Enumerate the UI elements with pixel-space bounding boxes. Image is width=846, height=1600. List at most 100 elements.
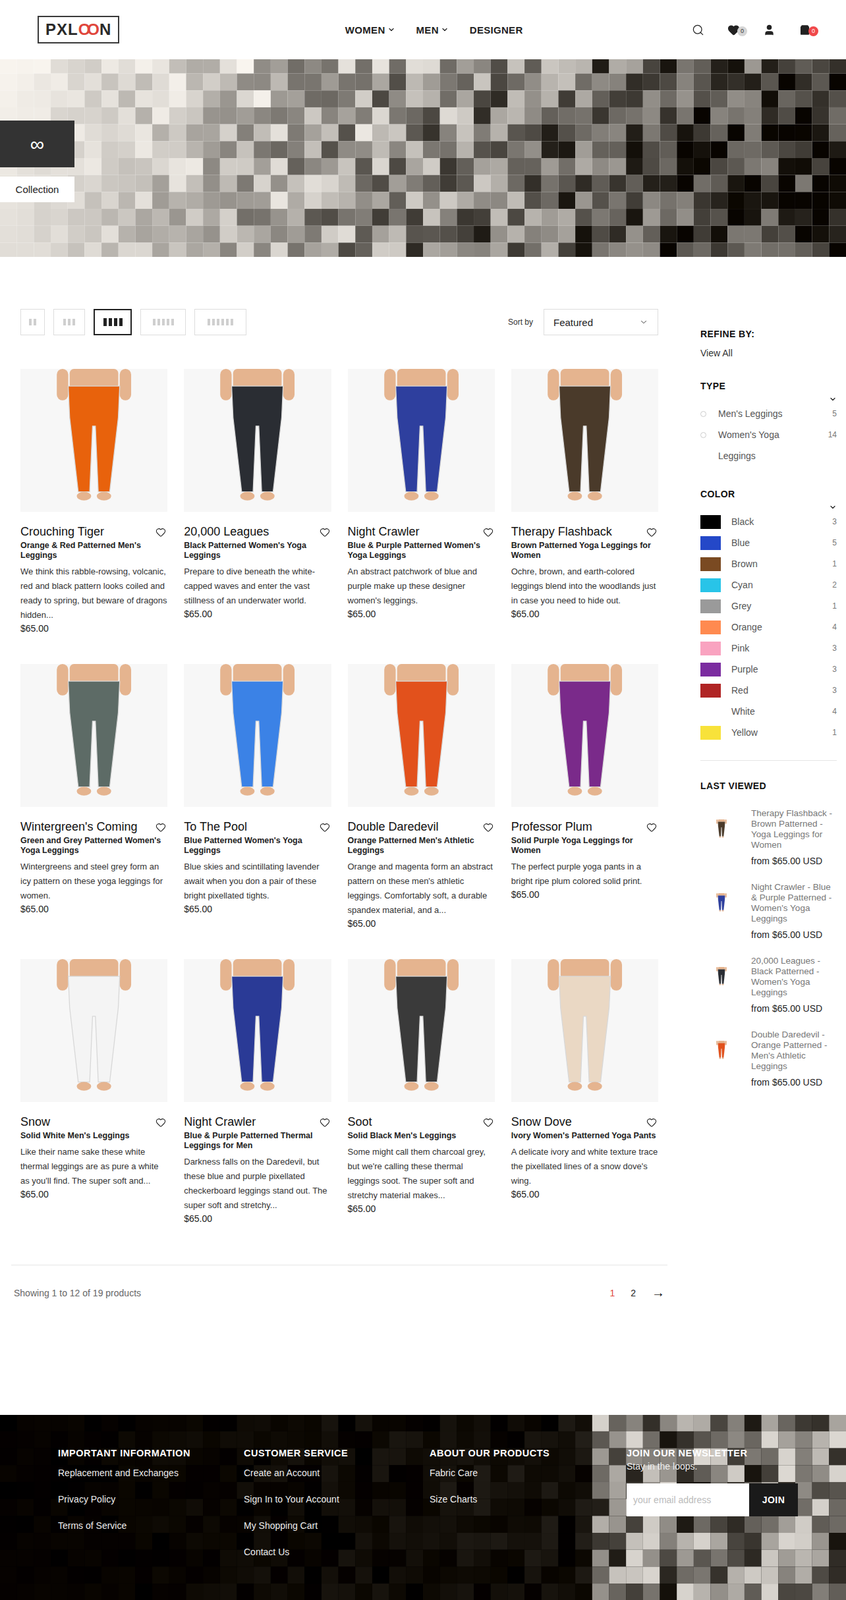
- type-option[interactable]: Men's Leggings5: [700, 403, 837, 425]
- wishlist-toggle[interactable]: [318, 820, 332, 835]
- color-option[interactable]: Yellow1: [700, 722, 837, 744]
- footer-link[interactable]: Terms of Service: [57, 1519, 244, 1533]
- hero-overlay: ∞Collection: [0, 120, 75, 203]
- product-price: $65.00: [183, 1213, 331, 1225]
- product-image[interactable]: [511, 368, 659, 512]
- last-viewed-item[interactable]: 20,000 Leagues - Black Patterned - Women…: [700, 956, 837, 1015]
- color-option[interactable]: Brown1: [700, 553, 837, 575]
- color-option[interactable]: Grey1: [700, 595, 837, 617]
- wishlist-toggle[interactable]: [645, 525, 659, 539]
- view-all-link[interactable]: View All: [700, 347, 837, 359]
- last-viewed-list: Therapy Flashback - Brown Patterned - Yo…: [700, 808, 837, 1088]
- product-image[interactable]: [511, 664, 659, 808]
- color-filter: COLORBlack3Blue5Brown1Cyan2Grey1Orange4P…: [700, 488, 837, 744]
- product-card: 20,000 LeaguesBlack Patterned Women's Yo…: [183, 368, 331, 634]
- chevron-down-icon: [440, 25, 449, 34]
- next-page[interactable]: →: [651, 1285, 665, 1301]
- product-image[interactable]: [20, 959, 168, 1103]
- color-option[interactable]: Orange4: [700, 616, 837, 638]
- type-option[interactable]: Women's Yoga Leggings14: [700, 424, 837, 467]
- wishlist-toggle[interactable]: [481, 525, 495, 539]
- product-title[interactable]: 20,000 Leagues: [183, 525, 269, 539]
- sort-select[interactable]: Featured: [543, 309, 659, 336]
- cart-button[interactable]: 0: [795, 21, 814, 39]
- wishlist-toggle[interactable]: [154, 820, 168, 835]
- view-button[interactable]: [194, 309, 247, 336]
- product-title[interactable]: To The Pool: [183, 820, 248, 835]
- wishlist-toggle[interactable]: [481, 1116, 495, 1130]
- wishlist-toggle[interactable]: [318, 525, 332, 539]
- product-title[interactable]: Professor Plum: [511, 820, 593, 835]
- nav-item[interactable]: WOMEN: [345, 24, 396, 36]
- color-option[interactable]: Purple3: [700, 658, 837, 680]
- logo[interactable]: PXLOON: [37, 15, 120, 44]
- product-image[interactable]: [183, 664, 331, 808]
- product-title[interactable]: Night Crawler: [347, 525, 420, 539]
- wishlist-toggle[interactable]: [154, 525, 168, 539]
- wishlist-toggle[interactable]: [154, 1116, 168, 1130]
- product-title[interactable]: Crouching Tiger: [20, 525, 105, 539]
- product-image[interactable]: [347, 959, 495, 1103]
- last-viewed-item[interactable]: Night Crawler - Blue & Purple Patterned …: [700, 882, 837, 941]
- product-description: Orange and magenta form an abstract patt…: [347, 859, 495, 918]
- color-option[interactable]: Red3: [700, 679, 837, 702]
- wishlist-toggle[interactable]: [318, 1116, 332, 1130]
- chevron-down-icon[interactable]: [828, 395, 837, 404]
- view-button[interactable]: [53, 309, 85, 336]
- wishlist-toggle[interactable]: [645, 1116, 659, 1130]
- join-button[interactable]: JOIN: [749, 1483, 798, 1517]
- footer-column: ABOUT OUR PRODUCTSFabric CareSize Charts: [429, 1448, 627, 1573]
- color-option[interactable]: White4: [700, 701, 837, 723]
- footer-link[interactable]: Privacy Policy: [57, 1493, 244, 1507]
- footer-link[interactable]: My Shopping Cart: [243, 1519, 430, 1533]
- search-button[interactable]: [689, 21, 707, 39]
- last-viewed-item[interactable]: Double Daredevil - Orange Patterned - Me…: [700, 1029, 837, 1088]
- wishlist-toggle[interactable]: [481, 820, 495, 835]
- view-button[interactable]: [140, 309, 186, 336]
- color-option[interactable]: Black3: [700, 511, 837, 533]
- footer-link[interactable]: Replacement and Exchanges: [57, 1466, 244, 1480]
- color-option[interactable]: Pink3: [700, 637, 837, 659]
- color-option[interactable]: Blue5: [700, 532, 837, 554]
- footer-link[interactable]: Create an Account: [243, 1466, 430, 1480]
- leggings-photo: [20, 368, 168, 512]
- product-image[interactable]: [511, 959, 659, 1103]
- product-image[interactable]: [183, 959, 331, 1103]
- color-swatch: [700, 705, 721, 719]
- nav-item[interactable]: DESIGNER: [469, 24, 524, 36]
- view-bar: [171, 318, 174, 326]
- account-button[interactable]: [760, 21, 778, 39]
- wishlist-toggle[interactable]: [645, 820, 659, 835]
- last-viewed-item[interactable]: Therapy Flashback - Brown Patterned - Yo…: [700, 808, 837, 867]
- product-title[interactable]: Double Daredevil: [347, 820, 439, 835]
- view-button[interactable]: [93, 309, 132, 336]
- wishlist-button[interactable]: 0: [724, 21, 742, 39]
- view-bar: [207, 318, 211, 326]
- product-image[interactable]: [20, 664, 168, 808]
- product-image[interactable]: [20, 368, 168, 512]
- view-bar: [166, 318, 170, 326]
- product-title[interactable]: Snow Dove: [511, 1115, 572, 1130]
- product-title[interactable]: Wintergreen's Coming: [20, 820, 138, 835]
- product-image[interactable]: [347, 664, 495, 808]
- email-input[interactable]: [626, 1483, 750, 1517]
- product-title[interactable]: Night Crawler: [183, 1115, 256, 1130]
- product-subtitle: Orange & Red Patterned Men's Leggings: [20, 540, 168, 561]
- product-title[interactable]: Therapy Flashback: [511, 525, 613, 539]
- page-link[interactable]: 1: [609, 1288, 615, 1299]
- page-link[interactable]: 2: [630, 1288, 636, 1299]
- footer-link[interactable]: Contact Us: [243, 1545, 430, 1559]
- view-button[interactable]: [20, 309, 45, 336]
- footer-link[interactable]: Fabric Care: [429, 1466, 627, 1480]
- color-option[interactable]: Cyan2: [700, 574, 837, 596]
- radio[interactable]: [700, 432, 707, 439]
- radio[interactable]: [700, 411, 707, 418]
- chevron-down-icon[interactable]: [828, 503, 837, 512]
- nav-item[interactable]: MEN: [416, 24, 449, 36]
- product-image[interactable]: [347, 368, 495, 512]
- product-title[interactable]: Soot: [347, 1115, 373, 1130]
- product-image[interactable]: [183, 368, 331, 512]
- product-title[interactable]: Snow: [20, 1115, 51, 1130]
- footer-link[interactable]: Size Charts: [429, 1493, 627, 1507]
- footer-link[interactable]: Sign In to Your Account: [243, 1493, 430, 1507]
